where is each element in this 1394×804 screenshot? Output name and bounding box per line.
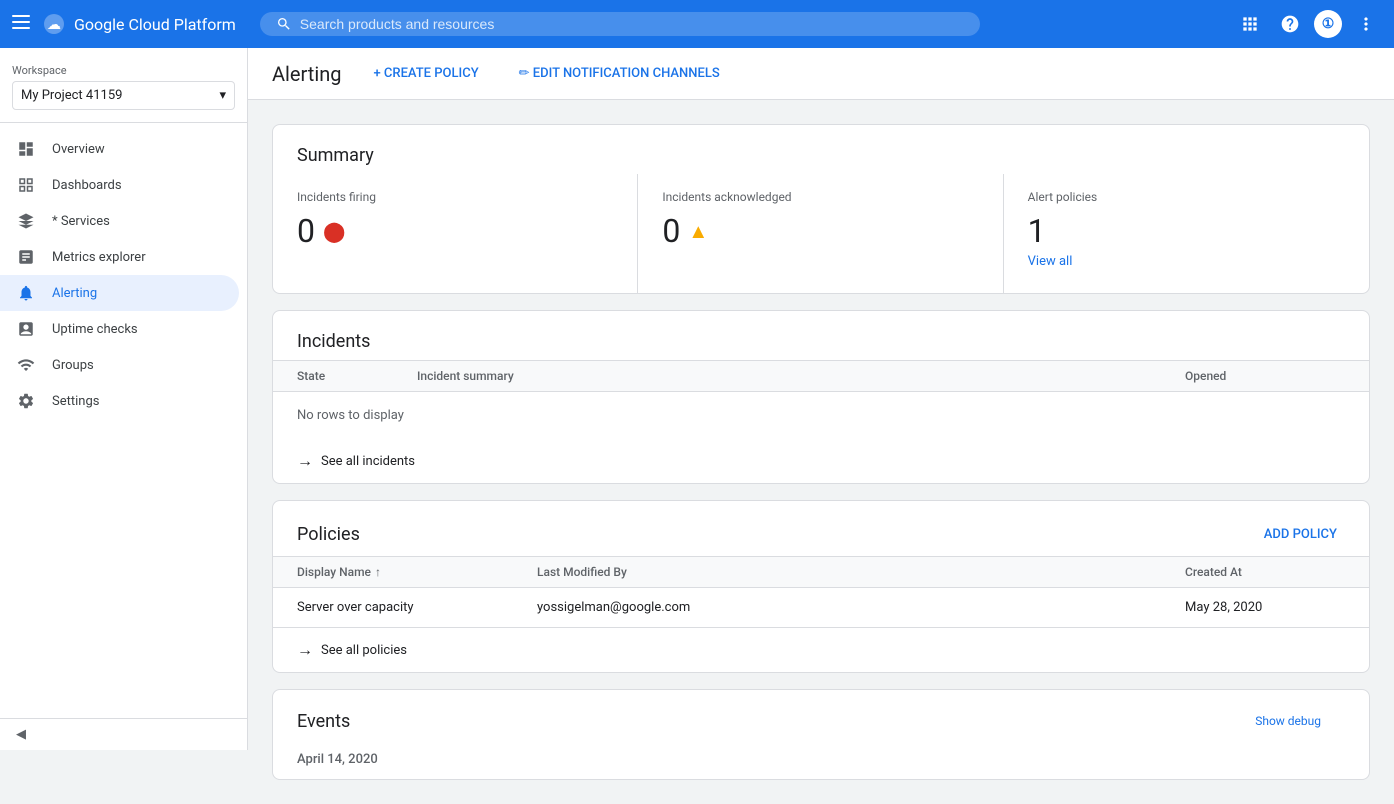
incidents-col-opened: Opened [1185,369,1345,383]
policies-table-header: Display Name ↑ Last Modified By Created … [273,556,1369,588]
logo: ☁ Google Cloud Platform [42,12,236,36]
incidents-card: Incidents State Incident summary Opened … [272,310,1370,484]
workspace-selector: Workspace My Project 41159 ▾ [0,48,247,123]
incidents-acknowledged-cell: Incidents acknowledged 0 ▲ [638,174,1003,293]
sidebar-item-label: Uptime checks [52,322,138,337]
alerting-icon [16,283,36,303]
incidents-col-state: State [297,369,417,383]
arrow-icon: → [297,640,313,660]
dropdown-arrow-icon: ▾ [219,88,226,103]
see-all-policies[interactable]: → See all policies [273,628,1369,672]
alert-policies-cell: Alert policies 1 View all [1004,174,1369,293]
incidents-col-summary: Incident summary [417,369,1185,383]
page-title: Alerting [272,62,341,86]
topbar-actions: ① [1234,8,1382,40]
sidebar-item-groups[interactable]: Groups [0,347,239,383]
no-rows-message: No rows to display [273,392,1369,439]
warning-icon: ▲ [688,219,708,244]
summary-grid: Incidents firing 0 ⬤ Incidents acknowled… [273,174,1369,293]
events-date: April 14, 2020 [273,740,1369,779]
incidents-table-header: State Incident summary Opened [273,360,1369,392]
sidebar-item-label: * Services [52,214,110,229]
workspace-value: My Project 41159 [21,88,122,103]
sidebar-nav: Overview Dashboards * Services Metrics e… [0,123,247,427]
policies-col-created: Created At [1185,565,1345,579]
incidents-firing-label: Incidents firing [297,190,613,204]
sidebar-item-label: Dashboards [52,178,122,193]
error-icon: ⬤ [323,219,345,243]
alert-policies-value: 1 [1028,212,1345,250]
incidents-acknowledged-label: Incidents acknowledged [662,190,978,204]
svg-text:☁: ☁ [47,17,61,33]
edit-notification-channels-button[interactable]: ✏ EDIT NOTIFICATION CHANNELS [511,60,728,87]
help-icon[interactable] [1274,8,1306,40]
sidebar-item-label: Metrics explorer [52,250,146,265]
content-area: Summary Incidents firing 0 ⬤ Incidents a… [248,100,1394,804]
sidebar-item-services[interactable]: * Services [0,203,239,239]
overview-icon [16,139,36,159]
main-content: Alerting + CREATE POLICY ✏ EDIT NOTIFICA… [248,48,1394,804]
table-row: Server over capacity yossigelman@google.… [273,588,1369,628]
sidebar-item-label: Settings [52,394,99,409]
sidebar-item-dashboards[interactable]: Dashboards [0,167,239,203]
sidebar-collapse[interactable]: ◀ [0,718,247,750]
search-bar[interactable] [260,12,980,36]
menu-icon[interactable] [12,15,30,33]
sidebar-item-label: Overview [52,142,105,157]
add-policy-button[interactable]: ADD POLICY [1256,521,1345,548]
sidebar-item-label: Groups [52,358,94,373]
account-icon[interactable]: ① [1314,10,1342,38]
uptime-checks-icon [16,319,36,339]
see-all-incidents[interactable]: → See all incidents [273,439,1369,483]
sidebar-item-alerting[interactable]: Alerting [0,275,239,311]
sidebar-item-overview[interactable]: Overview [0,131,239,167]
alert-policies-label: Alert policies [1028,190,1345,204]
policies-title: Policies [297,524,360,545]
policy-modified-by: yossigelman@google.com [537,600,1185,615]
sidebar-item-settings[interactable]: Settings [0,383,239,419]
policies-card: Policies ADD POLICY Display Name ↑ Last … [272,500,1370,673]
policy-created-at: May 28, 2020 [1185,600,1345,615]
incidents-title: Incidents [273,311,1369,360]
incidents-firing-value: 0 ⬤ [297,212,613,250]
events-card: Events Show debug April 14, 2020 [272,689,1370,780]
services-icon [16,211,36,231]
workspace-dropdown[interactable]: My Project 41159 ▾ [12,81,235,110]
sort-icon: ↑ [375,565,381,579]
sidebar: Workspace My Project 41159 ▾ Overview Da… [0,48,248,750]
incidents-firing-cell: Incidents firing 0 ⬤ [273,174,638,293]
events-title: Events [297,711,350,732]
policies-col-modified: Last Modified By [537,565,1185,579]
policies-table-body: Server over capacity yossigelman@google.… [273,588,1369,628]
sidebar-item-uptime-checks[interactable]: Uptime checks [0,311,239,347]
collapse-icon: ◀ [16,727,26,742]
more-icon[interactable] [1350,8,1382,40]
policies-col-name: Display Name ↑ [297,565,537,579]
metrics-explorer-icon [16,247,36,267]
summary-title: Summary [273,125,1369,174]
view-all-link[interactable]: View all [1028,254,1345,269]
policy-name: Server over capacity [297,600,537,615]
dashboards-icon [16,175,36,195]
workspace-label: Workspace [12,64,235,77]
policies-header: Policies ADD POLICY [273,501,1369,556]
sidebar-item-label: Alerting [52,286,97,301]
page-header: Alerting + CREATE POLICY ✏ EDIT NOTIFICA… [248,48,1394,100]
groups-icon [16,355,36,375]
summary-card: Summary Incidents firing 0 ⬤ Incidents a… [272,124,1370,294]
arrow-icon: → [297,451,313,471]
create-policy-button[interactable]: + CREATE POLICY [365,60,486,87]
apps-icon[interactable] [1234,8,1266,40]
topbar: ☁ Google Cloud Platform ① [0,0,1394,48]
search-input[interactable] [300,16,964,32]
sidebar-item-metrics-explorer[interactable]: Metrics explorer [0,239,239,275]
show-debug-link[interactable]: Show debug [1231,710,1345,732]
incidents-acknowledged-value: 0 ▲ [662,212,978,250]
settings-icon [16,391,36,411]
